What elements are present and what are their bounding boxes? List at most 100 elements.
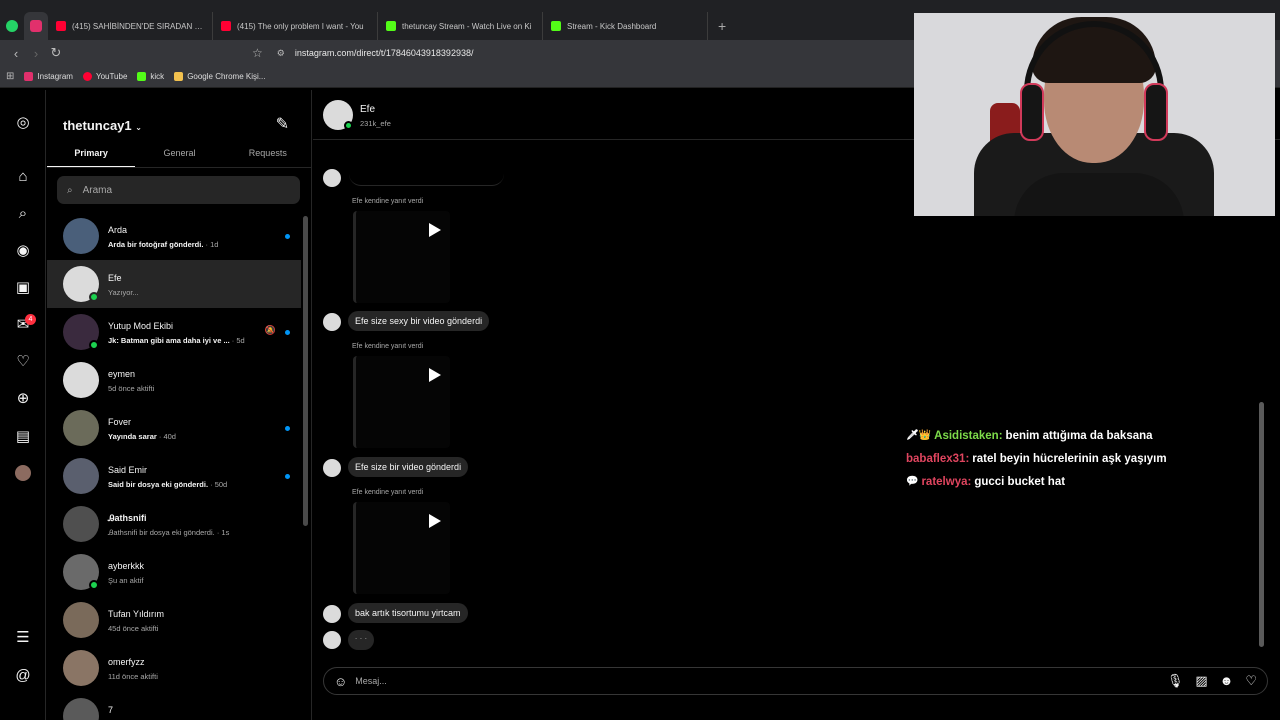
- reply-note: Efe kendine yanıt verdi: [352, 343, 424, 350]
- chat-line: 💬 ratelwya: gucci bucket hat: [906, 470, 1266, 493]
- message-bubble[interactable]: Efe size sexy bir video gönderdi: [348, 311, 490, 331]
- avatar: [323, 169, 341, 187]
- image-icon[interactable]: ▨: [1195, 673, 1207, 689]
- explore-icon[interactable]: ◉: [13, 240, 33, 260]
- preview-time: · 50d: [208, 480, 228, 489]
- conversation-item[interactable]: Arda Arda bir fotoğraf gönderdi. · 1d: [47, 212, 301, 260]
- tab-general[interactable]: General: [135, 140, 223, 167]
- inbox-panel: thetuncay1 ⌄ ✎ Primary General Requests …: [47, 90, 312, 720]
- apps-icon[interactable]: ⊞: [6, 71, 14, 82]
- search-icon[interactable]: ⌕: [13, 203, 33, 223]
- conversation-name: Ꭿathsnifi: [108, 513, 147, 523]
- video-message[interactable]: [353, 211, 450, 303]
- heart-icon[interactable]: ♡: [1245, 673, 1257, 689]
- muted-bell-icon: 🔕: [264, 325, 276, 335]
- tab-primary[interactable]: Primary: [47, 140, 136, 167]
- tab-label: (415) The only problem I want - You: [237, 21, 364, 31]
- play-icon: [429, 514, 441, 528]
- create-icon[interactable]: ⊕: [13, 388, 33, 408]
- profile-icon[interactable]: [13, 463, 33, 483]
- home-icon[interactable]: ⌂: [13, 166, 33, 186]
- bookmark-instagram[interactable]: Instagram: [24, 72, 73, 81]
- youtube-icon: [56, 21, 66, 31]
- bookmark-label: Instagram: [37, 72, 73, 81]
- stream-chat-overlay: 🗡👑 Asidistaken: benim attığıma da baksan…: [906, 424, 1266, 493]
- forward-icon[interactable]: ›: [26, 46, 46, 61]
- scrollbar[interactable]: [303, 216, 308, 526]
- conversation-name: Efe: [108, 273, 122, 283]
- tab-requests[interactable]: Requests: [224, 140, 312, 167]
- inbox-tabs: Primary General Requests: [47, 140, 312, 168]
- message-input[interactable]: ☺ Mesaj... 🎙 ▨ ☻ ♡: [323, 667, 1268, 695]
- omnibox[interactable]: ☆ ⚙ instagram.com/direct/t/1784604391839…: [252, 46, 473, 60]
- pinned-tab-instagram[interactable]: [24, 12, 48, 40]
- conversation-item[interactable]: omerfyzz 11d önce aktifti: [47, 644, 301, 692]
- conversation-item[interactable]: Said Emir Said bir dosya eki gönderdi. ·…: [47, 452, 301, 500]
- sticker-icon[interactable]: ☻: [1220, 673, 1234, 689]
- kick-icon: [386, 21, 396, 31]
- conversation-item[interactable]: Fover Yayında sarar · 40d: [47, 404, 301, 452]
- chat-badges: 🗡👑: [906, 430, 932, 441]
- message-bubble[interactable]: bak artık tisortumu yirtcam: [348, 603, 468, 623]
- whatsapp-icon: [6, 20, 18, 32]
- browser-tab[interactable]: thetuncay Stream - Watch Live on Ki: [378, 12, 543, 40]
- conversation-item[interactable]: Efe Yazıyor...: [47, 260, 301, 308]
- video-thumbnail[interactable]: [349, 162, 504, 186]
- threads-icon[interactable]: @: [13, 665, 33, 685]
- reels-icon[interactable]: ▣: [13, 277, 33, 297]
- microphone-icon[interactable]: 🎙: [1167, 673, 1184, 689]
- bookmark-kick[interactable]: kick: [137, 72, 164, 81]
- kick-icon: [137, 72, 147, 81]
- back-icon[interactable]: ‹: [6, 46, 26, 61]
- conversation-item[interactable]: ayberkkk Şu an aktif: [47, 548, 301, 596]
- conversation-item[interactable]: Yutup Mod Ekibi Jk: Batman gibi ama daha…: [47, 308, 301, 356]
- message-placeholder: Mesaj...: [355, 676, 387, 686]
- conversation-item[interactable]: Ꭿathsnifi Ꭿathsnifi bir dosya eki gönder…: [47, 500, 301, 548]
- conversation-preview: Said bir dosya eki gönderdi. · 50d: [108, 480, 227, 489]
- conversation-item[interactable]: eymen 5d önce aktifti: [47, 356, 301, 404]
- conversation-preview: 11d önce aktifti: [108, 672, 158, 681]
- streamer-shirt: [1014, 173, 1184, 216]
- messages-badge: 4: [25, 314, 36, 325]
- conversation-preview: Jk: Batman gibi ama daha iyi ve ... · 5d: [108, 336, 245, 345]
- site-info-icon[interactable]: ⚙: [277, 48, 285, 59]
- conversation-preview: 45d önce aktifti: [108, 624, 159, 633]
- conversation-name: ayberkkk: [108, 561, 145, 571]
- bookmark-label: YouTube: [95, 72, 128, 81]
- compose-icon[interactable]: ✎: [276, 114, 289, 134]
- conversation-name: Said Emir: [108, 465, 148, 475]
- account-switcher[interactable]: thetuncay1 ⌄: [63, 118, 142, 133]
- bookmark-icon[interactable]: ☆: [252, 46, 263, 60]
- chevron-down-icon: ⌄: [135, 123, 142, 132]
- browser-tab[interactable]: (415) SAHİBİNDEN'DE SIRADAN BİR İ: [48, 12, 213, 40]
- chat-text: ratel beyin hücrelerinin aşk yaşıyım: [972, 452, 1167, 465]
- conversation-list: Arda Arda bir fotoğraf gönderdi. · 1d Ef…: [47, 212, 301, 720]
- new-tab-button[interactable]: +: [708, 18, 736, 34]
- browser-tab[interactable]: (415) The only problem I want - You: [213, 12, 378, 40]
- bookmark-youtube[interactable]: YouTube: [82, 72, 128, 81]
- tab-label: thetuncay Stream - Watch Live on Ki: [402, 21, 532, 31]
- notifications-icon[interactable]: ♡: [13, 351, 33, 371]
- conversation-item[interactable]: 7: [47, 692, 301, 720]
- emoji-icon[interactable]: ☺: [334, 674, 347, 689]
- bookmark-label: kick: [150, 72, 165, 81]
- reload-icon[interactable]: ↻: [46, 45, 66, 61]
- instagram-icon[interactable]: ◎: [13, 112, 33, 132]
- video-message[interactable]: [353, 502, 450, 594]
- bookmark-folder[interactable]: Google Chrome Kişi...: [174, 72, 265, 81]
- message-bubble[interactable]: Efe size bir video gönderdi: [348, 457, 469, 477]
- chat-text: gucci bucket hat: [974, 475, 1066, 488]
- browser-tab[interactable]: Stream - Kick Dashboard: [543, 12, 708, 40]
- preview-time: · 5d: [229, 336, 245, 345]
- url-text[interactable]: instagram.com/direct/t/17846043918392938…: [295, 48, 474, 58]
- search-input[interactable]: ⌕ Arama: [57, 176, 300, 204]
- pinned-tab-whatsapp[interactable]: [0, 12, 24, 40]
- online-dot: [89, 292, 99, 302]
- preview-bold: Jk: Batman gibi ama daha iyi ve ...: [108, 336, 230, 345]
- video-message[interactable]: [353, 356, 450, 448]
- conversation-item[interactable]: Tufan Yıldırım 45d önce aktifti: [47, 596, 301, 644]
- menu-icon[interactable]: ☰: [13, 627, 33, 647]
- chat-username: ratelwya:: [921, 475, 972, 488]
- avatar: [63, 410, 99, 446]
- dashboard-icon[interactable]: ▤: [13, 426, 33, 446]
